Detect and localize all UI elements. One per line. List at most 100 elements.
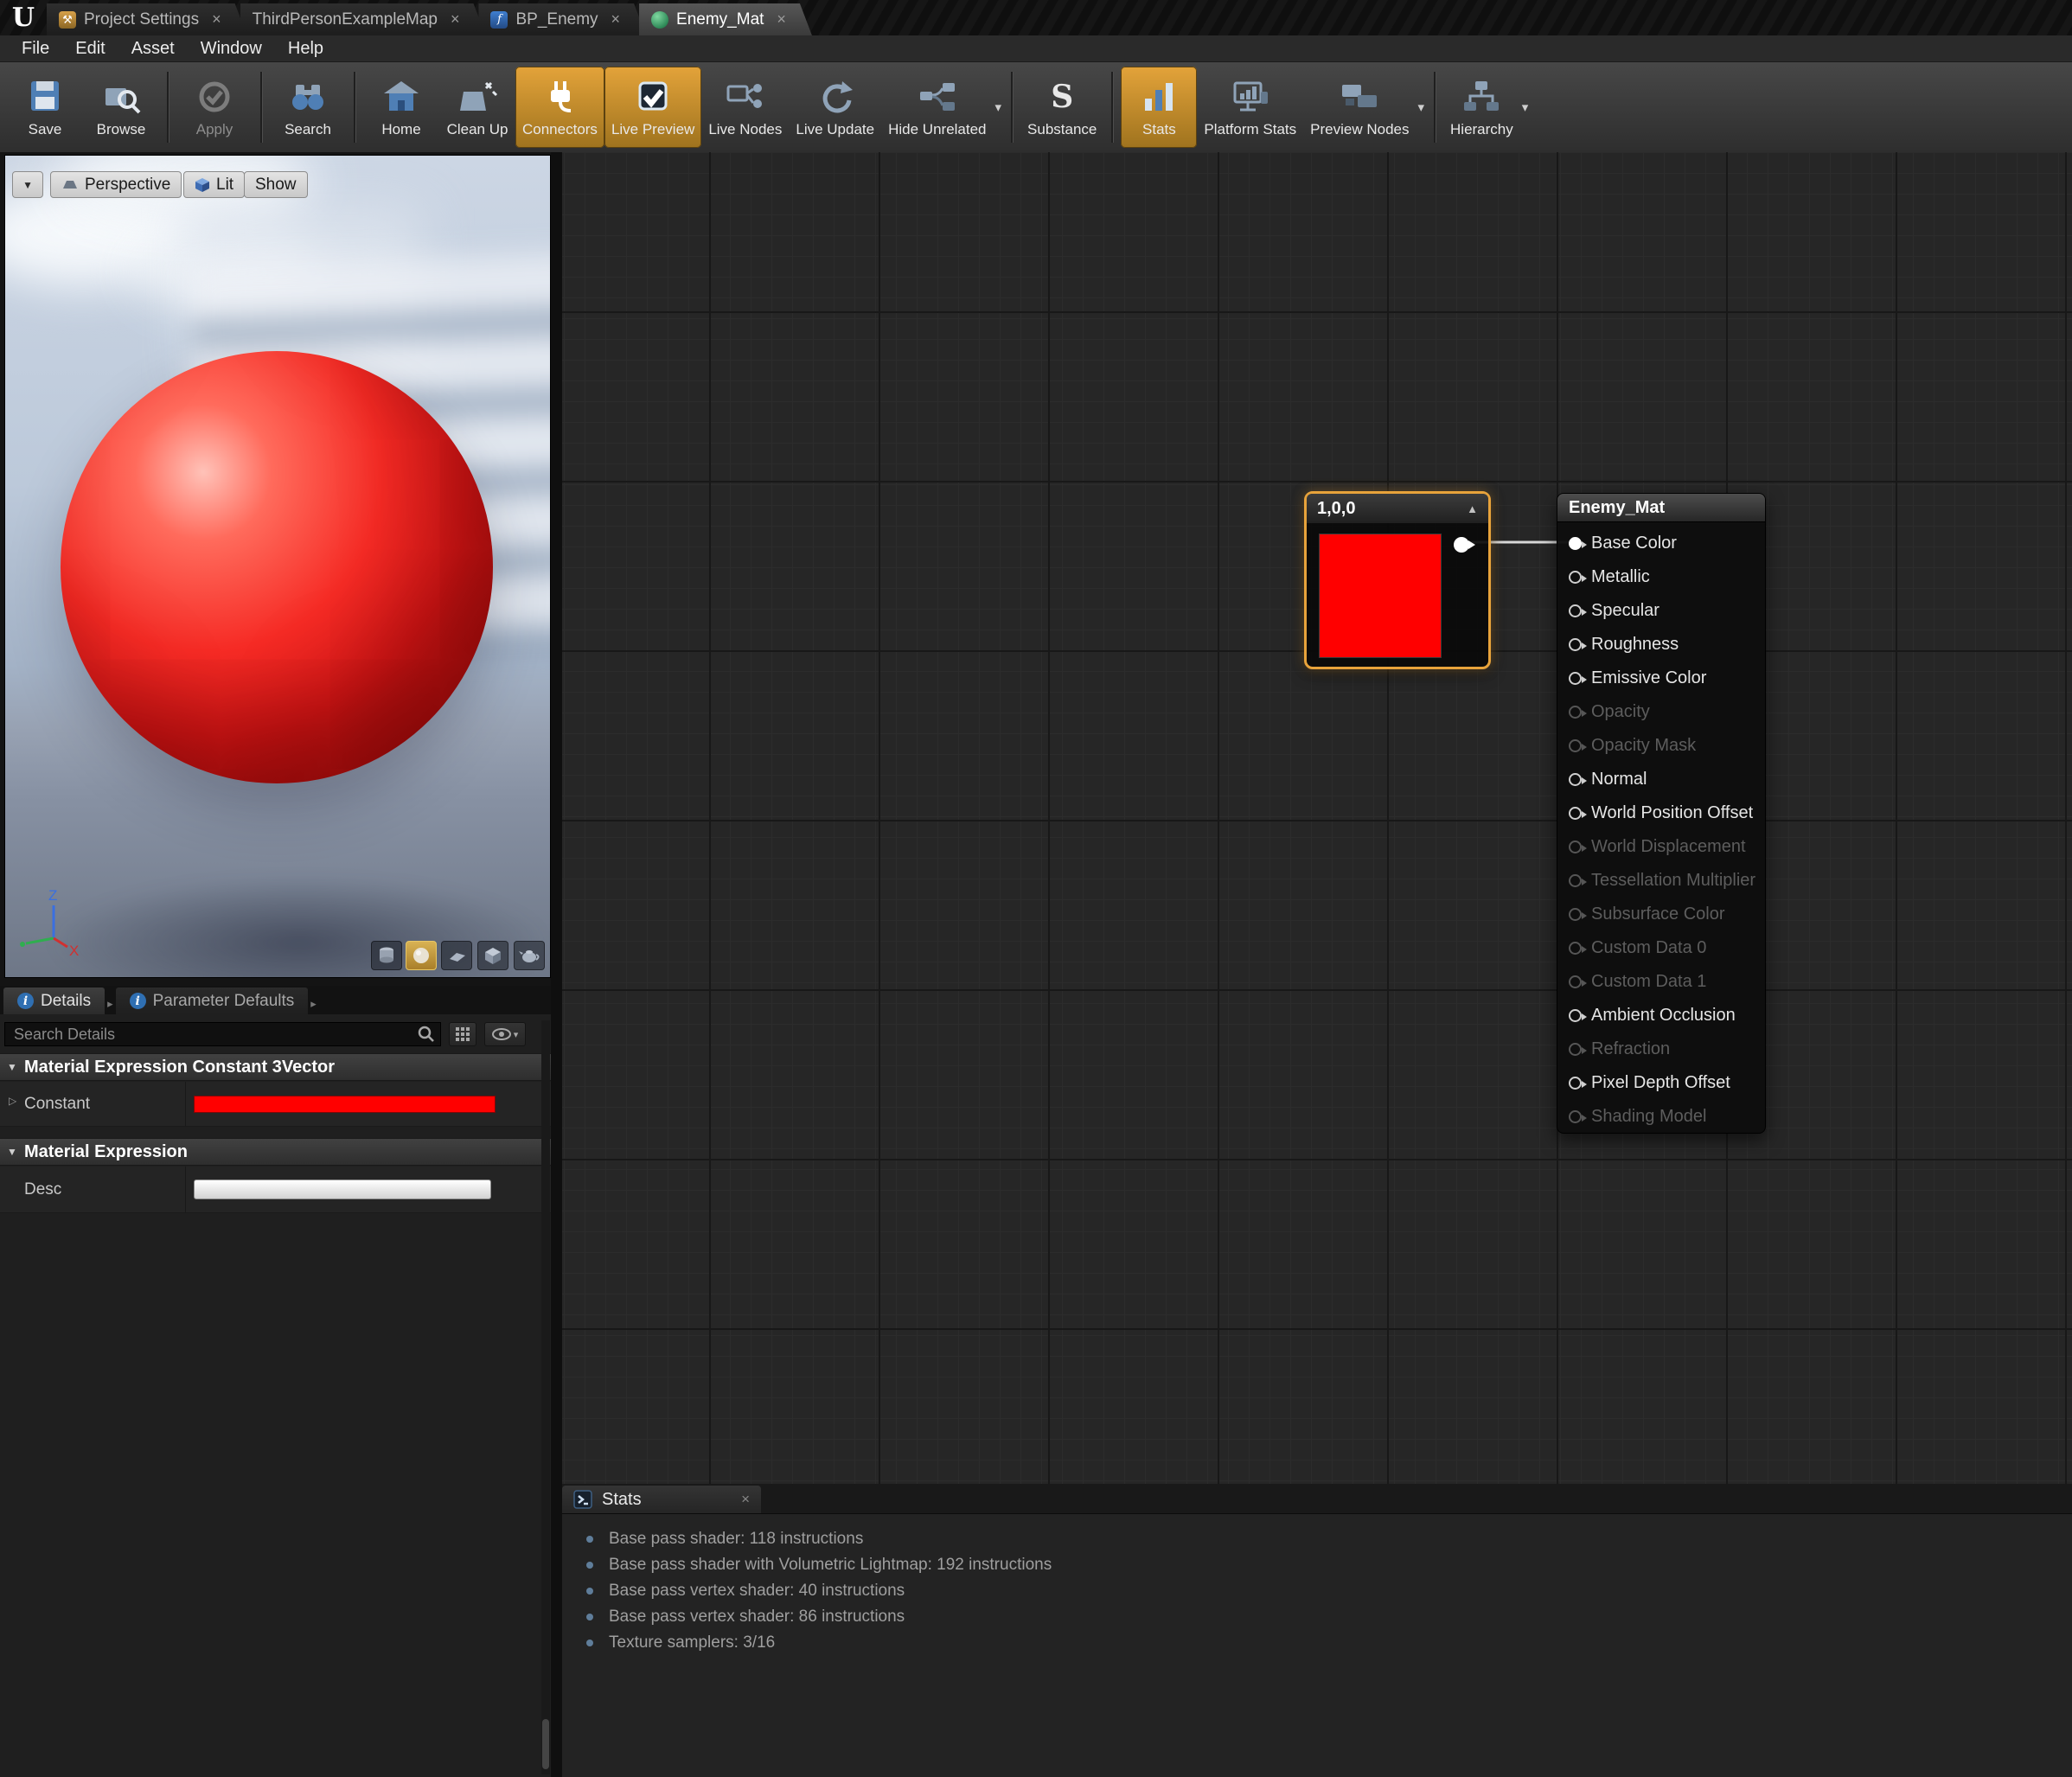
pin-pixel-depth-offset[interactable]: Pixel Depth Offset: [1557, 1066, 1765, 1100]
hierarchy-button[interactable]: Hierarchy: [1443, 67, 1520, 148]
pin-icon[interactable]: [1569, 773, 1582, 786]
tab-thirdpersonexamplemap[interactable]: ThirdPersonExampleMap ×: [240, 3, 486, 35]
details-scrollbar[interactable]: [541, 1020, 550, 1774]
pin-tessellation-multiplier: Tessellation Multiplier: [1557, 864, 1765, 898]
desc-value-cell: [185, 1167, 551, 1212]
preview-shape-plane-button[interactable]: [441, 941, 472, 970]
window-tab-bar: U ⚒ Project Settings × ThirdPersonExampl…: [0, 0, 2072, 35]
viewport-options-dropdown[interactable]: ▼: [12, 171, 43, 198]
preview-nodes-button[interactable]: Preview Nodes: [1303, 67, 1416, 148]
home-button[interactable]: Home: [363, 67, 439, 148]
axis-gizmo: Z X: [14, 886, 118, 973]
constant-3vector-node[interactable]: 1,0,0 ▲: [1304, 491, 1491, 669]
pin-icon[interactable]: [1569, 638, 1582, 651]
preview-shape-cube-button[interactable]: [477, 941, 508, 970]
close-icon[interactable]: ×: [212, 10, 221, 29]
connectors-button[interactable]: Connectors: [515, 67, 604, 148]
panel-divider[interactable]: [551, 152, 562, 1777]
pin-icon[interactable]: [1569, 1077, 1582, 1090]
pin-roughness[interactable]: Roughness: [1557, 628, 1765, 662]
constant-color-swatch[interactable]: [194, 1096, 496, 1113]
close-icon[interactable]: ×: [611, 10, 621, 29]
expander-icon[interactable]: ▷: [9, 1095, 16, 1107]
material-preview-viewport[interactable]: ▼ Perspective Lit Show: [4, 155, 551, 978]
tab-expand-icon[interactable]: ▸: [310, 997, 317, 1011]
tab-stats[interactable]: Stats ×: [562, 1486, 761, 1513]
pin-icon[interactable]: [1569, 571, 1582, 584]
hide-unrelated-button[interactable]: Hide Unrelated: [881, 67, 993, 148]
pin-emissive-color[interactable]: Emissive Color: [1557, 662, 1765, 695]
stats-button[interactable]: Stats: [1121, 67, 1197, 148]
tab-bp-enemy[interactable]: f BP_Enemy ×: [478, 3, 646, 35]
property-matrix-button[interactable]: [449, 1022, 476, 1046]
connection-wires: [562, 152, 2072, 1484]
preview-shape-cylinder-button[interactable]: [371, 941, 402, 970]
close-icon[interactable]: ×: [741, 1491, 750, 1508]
tab-details[interactable]: i Details: [3, 988, 105, 1014]
lit-mode-button[interactable]: Lit: [183, 171, 245, 198]
collapse-node-icon[interactable]: ▲: [1467, 502, 1478, 515]
pin-icon[interactable]: [1569, 537, 1582, 550]
pin-metallic[interactable]: Metallic: [1557, 560, 1765, 594]
pin-icon: [1569, 739, 1582, 752]
pin-base-color[interactable]: Base Color: [1557, 527, 1765, 560]
pin-ambient-occlusion[interactable]: Ambient Occlusion: [1557, 999, 1765, 1032]
live-update-button[interactable]: Live Update: [789, 67, 881, 148]
tab-expand-icon[interactable]: ▸: [107, 997, 113, 1011]
preview-nodes-dropdown-icon[interactable]: ▾: [1417, 99, 1424, 115]
show-menu-button[interactable]: Show: [244, 171, 308, 198]
live-preview-button[interactable]: Live Preview: [604, 67, 701, 148]
menu-file[interactable]: File: [9, 39, 62, 59]
browse-button[interactable]: Browse: [83, 67, 159, 148]
menu-asset[interactable]: Asset: [118, 39, 188, 59]
tab-parameter-defaults[interactable]: i Parameter Defaults: [116, 988, 309, 1014]
platform-stats-button[interactable]: Platform Stats: [1197, 67, 1303, 148]
menu-bar: File Edit Asset Window Help: [0, 35, 2072, 62]
pin-icon[interactable]: [1569, 604, 1582, 617]
desc-input[interactable]: [194, 1179, 491, 1199]
search-details-input[interactable]: [4, 1022, 441, 1046]
constant-node-header[interactable]: 1,0,0 ▲: [1307, 494, 1488, 523]
perspective-button[interactable]: Perspective: [50, 171, 182, 198]
tab-project-settings[interactable]: ⚒ Project Settings ×: [47, 3, 247, 35]
hierarchy-dropdown-icon[interactable]: ▾: [1522, 99, 1529, 115]
material-icon: [651, 11, 668, 29]
pin-icon[interactable]: [1569, 1009, 1582, 1022]
menu-edit[interactable]: Edit: [62, 39, 118, 59]
tab-enemy-mat[interactable]: Enemy_Mat ×: [639, 3, 812, 35]
apply-button: Apply: [176, 67, 253, 148]
close-icon[interactable]: ×: [777, 10, 786, 29]
home-icon: [379, 77, 424, 117]
hide-unrelated-dropdown-icon[interactable]: ▾: [995, 99, 1002, 115]
constant-node-color-preview[interactable]: [1319, 534, 1442, 658]
preview-shape-teapot-button[interactable]: [514, 941, 545, 970]
scrollbar-thumb[interactable]: [542, 1719, 549, 1769]
pin-icon[interactable]: [1569, 672, 1582, 685]
pin-refraction: Refraction: [1557, 1032, 1765, 1066]
search-icon: [418, 1026, 435, 1043]
substance-button[interactable]: S Substance: [1020, 67, 1103, 148]
pin-normal[interactable]: Normal: [1557, 763, 1765, 796]
material-node-header[interactable]: Enemy_Mat: [1557, 494, 1765, 522]
toolbar-separator: [1011, 72, 1013, 143]
project-settings-icon: ⚒: [59, 11, 76, 29]
material-result-node[interactable]: Enemy_Mat Base Color Metallic Specular R…: [1557, 493, 1766, 1134]
preview-shape-sphere-button[interactable]: [406, 941, 437, 970]
main-toolbar: Save Browse Apply Search Home: [0, 62, 2072, 152]
menu-window[interactable]: Window: [188, 39, 275, 59]
live-nodes-button[interactable]: Live Nodes: [701, 67, 789, 148]
save-button[interactable]: Save: [7, 67, 83, 148]
live-nodes-icon: [723, 77, 768, 117]
constant-output-pin[interactable]: [1454, 537, 1469, 553]
pin-icon[interactable]: [1569, 807, 1582, 820]
close-icon[interactable]: ×: [451, 10, 460, 29]
search-button[interactable]: Search: [270, 67, 346, 148]
section-header-constant3vector[interactable]: ▼ Material Expression Constant 3Vector: [0, 1053, 551, 1081]
clean-up-button[interactable]: Clean Up: [439, 67, 515, 148]
pin-world-position-offset[interactable]: World Position Offset: [1557, 796, 1765, 830]
view-options-button[interactable]: ▾: [484, 1022, 526, 1046]
pin-specular[interactable]: Specular: [1557, 594, 1765, 628]
section-header-material-expression[interactable]: ▼ Material Expression: [0, 1138, 551, 1166]
menu-help[interactable]: Help: [275, 39, 336, 59]
material-graph-canvas[interactable]: 1,0,0 ▲ Enemy_Mat Base Color Metallic Sp…: [562, 152, 2072, 1484]
